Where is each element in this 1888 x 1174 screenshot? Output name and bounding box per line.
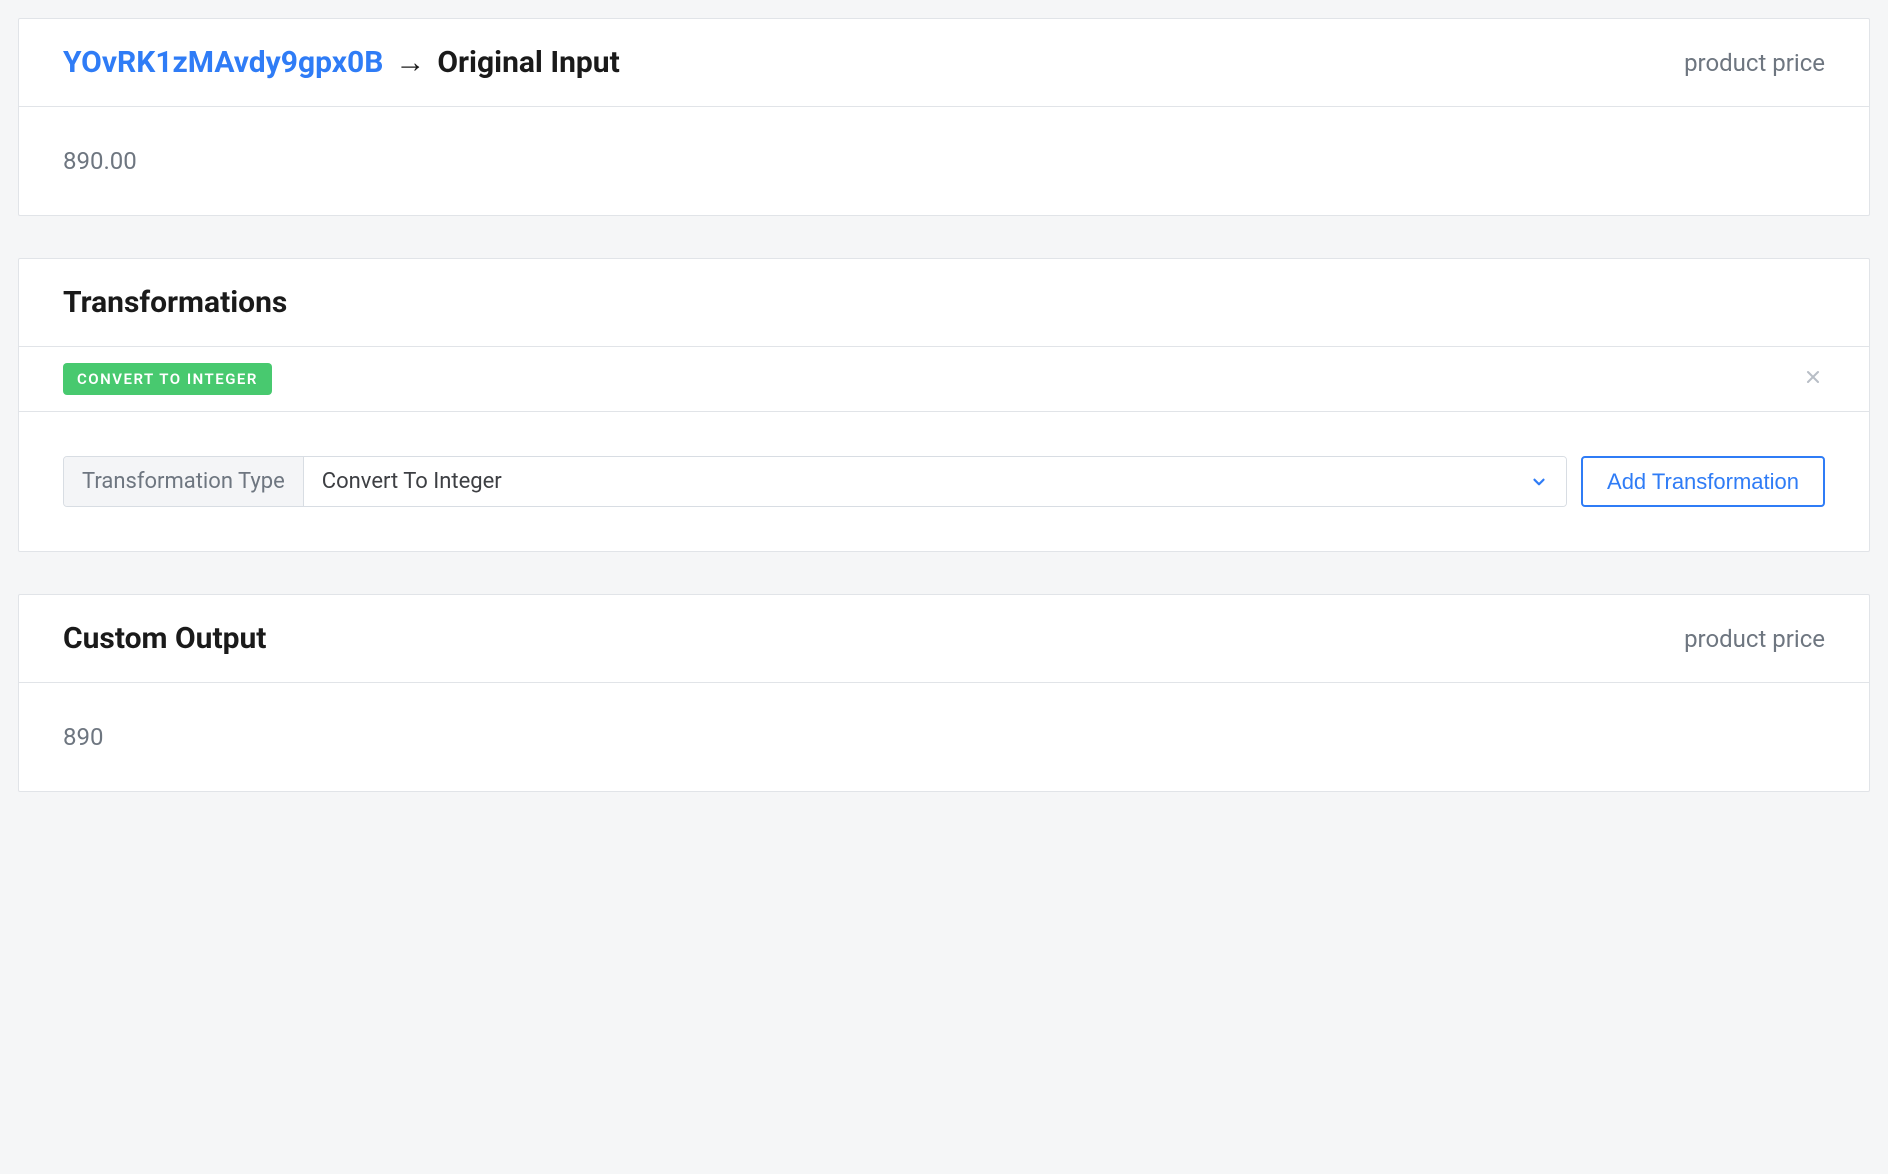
remove-transformation-button[interactable] — [1801, 364, 1825, 394]
transformation-control-row: Transformation Type Convert To Integer A… — [19, 412, 1869, 551]
input-title-group: YOvRK1zMAvdy9gpx0B → Original Input — [63, 45, 620, 80]
input-title-text: Original Input — [437, 45, 619, 80]
custom-output-title: Custom Output — [63, 621, 266, 656]
transformation-type-select[interactable]: Convert To Integer — [304, 457, 1566, 506]
transformations-header: Transformations — [19, 259, 1869, 347]
transformation-type-label: Transformation Type — [64, 457, 304, 506]
transformations-title: Transformations — [63, 285, 287, 320]
output-subtitle: product price — [1684, 625, 1825, 653]
input-subtitle: product price — [1684, 49, 1825, 77]
input-value-body: 890.00 — [19, 107, 1869, 215]
transformations-card: Transformations CONVERT TO INTEGER Trans… — [18, 258, 1870, 552]
chevron-down-icon — [1530, 473, 1548, 491]
custom-output-header: Custom Output product price — [19, 595, 1869, 683]
input-id-link[interactable]: YOvRK1zMAvdy9gpx0B — [63, 45, 383, 80]
output-value-body: 890 — [19, 683, 1869, 791]
transformation-tag: CONVERT TO INTEGER — [63, 363, 272, 395]
close-icon — [1805, 369, 1821, 385]
transformation-type-field: Transformation Type Convert To Integer — [63, 456, 1567, 507]
transformation-tag-row: CONVERT TO INTEGER — [19, 347, 1869, 412]
output-value: 890 — [63, 723, 1825, 751]
add-transformation-button[interactable]: Add Transformation — [1581, 456, 1825, 507]
original-input-header: YOvRK1zMAvdy9gpx0B → Original Input prod… — [19, 19, 1869, 107]
input-value: 890.00 — [63, 147, 1825, 175]
original-input-card: YOvRK1zMAvdy9gpx0B → Original Input prod… — [18, 18, 1870, 216]
custom-output-card: Custom Output product price 890 — [18, 594, 1870, 792]
transformation-type-value: Convert To Integer — [322, 469, 502, 494]
arrow-icon: → — [395, 45, 425, 80]
